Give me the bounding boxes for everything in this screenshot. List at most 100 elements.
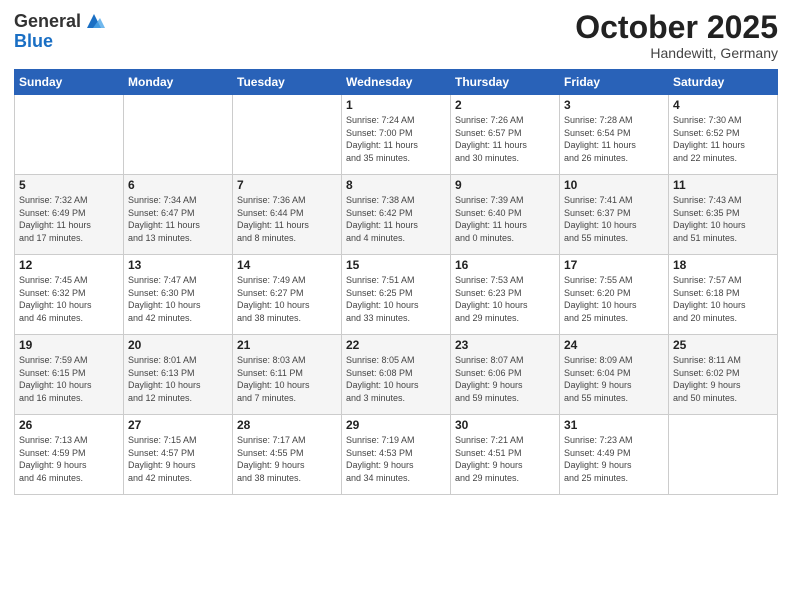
day-info: Sunrise: 8:07 AM Sunset: 6:06 PM Dayligh…	[455, 354, 555, 404]
day-number: 19	[19, 338, 119, 352]
day-number: 22	[346, 338, 446, 352]
calendar-cell-3-0: 19 Sunrise: 7:59 AM Sunset: 6:15 PM Dayli…	[15, 335, 124, 415]
day-number: 29	[346, 418, 446, 432]
day-number: 5	[19, 178, 119, 192]
page-container: General Blue October 2025 Handewitt, Ger…	[0, 0, 792, 612]
col-header-tuesday: Tuesday	[233, 70, 342, 95]
calendar-cell-2-3: 15Sunrise: 7:51 AM Sunset: 6:25 PM Dayli…	[342, 255, 451, 335]
month-title: October 2025	[575, 10, 778, 45]
calendar-week-1: 5 Sunrise: 7:32 AM Sunset: 6:49 PM Daylig…	[15, 175, 778, 255]
calendar-cell-4-2: 28 Sunrise: 7:17 AM Sunset: 4:55 PM Dayli…	[233, 415, 342, 495]
calendar-cell-4-6	[669, 415, 778, 495]
calendar-cell-1-3: 8 Sunrise: 7:38 AM Sunset: 6:42 PM Daylig…	[342, 175, 451, 255]
calendar-cell-1-2: 7Sunrise: 7:36 AM Sunset: 6:44 PM Daylig…	[233, 175, 342, 255]
day-number: 17	[564, 258, 664, 272]
calendar-cell-2-1: 13 Sunrise: 7:47 AM Sunset: 6:30 PM Dayli…	[124, 255, 233, 335]
day-info: Sunrise: 7:45 AM Sunset: 6:32 PM Dayligh…	[19, 274, 119, 324]
calendar-cell-3-2: 21 Sunrise: 8:03 AM Sunset: 6:11 PM Dayli…	[233, 335, 342, 415]
day-number: 7	[237, 178, 337, 192]
day-number: 28	[237, 418, 337, 432]
day-number: 23	[455, 338, 555, 352]
calendar-cell-3-1: 20Sunrise: 8:01 AM Sunset: 6:13 PM Dayli…	[124, 335, 233, 415]
calendar-table: SundayMondayTuesdayWednesdayThursdayFrid…	[14, 69, 778, 495]
calendar-cell-1-5: 10 Sunrise: 7:41 AM Sunset: 6:37 PM Dayli…	[560, 175, 669, 255]
day-info: Sunrise: 7:59 AM Sunset: 6:15 PM Dayligh…	[19, 354, 119, 404]
calendar-cell-4-1: 27Sunrise: 7:15 AM Sunset: 4:57 PM Dayli…	[124, 415, 233, 495]
day-info: Sunrise: 7:43 AM Sunset: 6:35 PM Dayligh…	[673, 194, 773, 244]
calendar-cell-0-6: 4Sunrise: 7:30 AM Sunset: 6:52 PM Daylig…	[669, 95, 778, 175]
day-number: 3	[564, 98, 664, 112]
day-info: Sunrise: 7:17 AM Sunset: 4:55 PM Dayligh…	[237, 434, 337, 484]
day-info: Sunrise: 7:32 AM Sunset: 6:49 PM Dayligh…	[19, 194, 119, 244]
day-info: Sunrise: 7:41 AM Sunset: 6:37 PM Dayligh…	[564, 194, 664, 244]
day-info: Sunrise: 7:13 AM Sunset: 4:59 PM Dayligh…	[19, 434, 119, 484]
day-number: 26	[19, 418, 119, 432]
calendar-cell-3-6: 25 Sunrise: 8:11 AM Sunset: 6:02 PM Dayli…	[669, 335, 778, 415]
calendar-cell-0-0	[15, 95, 124, 175]
calendar-cell-4-3: 29 Sunrise: 7:19 AM Sunset: 4:53 PM Dayli…	[342, 415, 451, 495]
day-info: Sunrise: 8:03 AM Sunset: 6:11 PM Dayligh…	[237, 354, 337, 404]
day-number: 24	[564, 338, 664, 352]
logo-icon	[83, 10, 105, 32]
calendar-cell-1-6: 11 Sunrise: 7:43 AM Sunset: 6:35 PM Dayli…	[669, 175, 778, 255]
calendar-cell-3-3: 22Sunrise: 8:05 AM Sunset: 6:08 PM Dayli…	[342, 335, 451, 415]
day-info: Sunrise: 7:19 AM Sunset: 4:53 PM Dayligh…	[346, 434, 446, 484]
day-info: Sunrise: 7:30 AM Sunset: 6:52 PM Dayligh…	[673, 114, 773, 164]
calendar-cell-1-0: 5 Sunrise: 7:32 AM Sunset: 6:49 PM Daylig…	[15, 175, 124, 255]
calendar-week-2: 12 Sunrise: 7:45 AM Sunset: 6:32 PM Dayli…	[15, 255, 778, 335]
day-info: Sunrise: 7:39 AM Sunset: 6:40 PM Dayligh…	[455, 194, 555, 244]
calendar-week-4: 26 Sunrise: 7:13 AM Sunset: 4:59 PM Dayli…	[15, 415, 778, 495]
day-info: Sunrise: 7:49 AM Sunset: 6:27 PM Dayligh…	[237, 274, 337, 324]
calendar-cell-3-4: 23 Sunrise: 8:07 AM Sunset: 6:06 PM Dayli…	[451, 335, 560, 415]
calendar-cell-0-5: 3 Sunrise: 7:28 AM Sunset: 6:54 PM Daylig…	[560, 95, 669, 175]
day-number: 8	[346, 178, 446, 192]
day-info: Sunrise: 8:01 AM Sunset: 6:13 PM Dayligh…	[128, 354, 228, 404]
day-number: 31	[564, 418, 664, 432]
day-info: Sunrise: 7:24 AM Sunset: 7:00 PM Dayligh…	[346, 114, 446, 164]
day-info: Sunrise: 7:15 AM Sunset: 4:57 PM Dayligh…	[128, 434, 228, 484]
calendar-cell-2-5: 17Sunrise: 7:55 AM Sunset: 6:20 PM Dayli…	[560, 255, 669, 335]
title-block: October 2025 Handewitt, Germany	[575, 10, 778, 61]
day-info: Sunrise: 7:47 AM Sunset: 6:30 PM Dayligh…	[128, 274, 228, 324]
calendar-cell-2-2: 14 Sunrise: 7:49 AM Sunset: 6:27 PM Dayli…	[233, 255, 342, 335]
calendar-cell-0-4: 2 Sunrise: 7:26 AM Sunset: 6:57 PM Daylig…	[451, 95, 560, 175]
day-number: 10	[564, 178, 664, 192]
logo-general: General	[14, 12, 81, 30]
day-number: 14	[237, 258, 337, 272]
day-info: Sunrise: 7:26 AM Sunset: 6:57 PM Dayligh…	[455, 114, 555, 164]
day-number: 11	[673, 178, 773, 192]
calendar-header-row: SundayMondayTuesdayWednesdayThursdayFrid…	[15, 70, 778, 95]
page-header: General Blue October 2025 Handewitt, Ger…	[14, 10, 778, 61]
day-info: Sunrise: 7:28 AM Sunset: 6:54 PM Dayligh…	[564, 114, 664, 164]
calendar-cell-4-5: 31 Sunrise: 7:23 AM Sunset: 4:49 PM Dayli…	[560, 415, 669, 495]
col-header-thursday: Thursday	[451, 70, 560, 95]
calendar-cell-3-5: 24Sunrise: 8:09 AM Sunset: 6:04 PM Dayli…	[560, 335, 669, 415]
day-info: Sunrise: 7:23 AM Sunset: 4:49 PM Dayligh…	[564, 434, 664, 484]
calendar-cell-4-0: 26 Sunrise: 7:13 AM Sunset: 4:59 PM Dayli…	[15, 415, 124, 495]
day-info: Sunrise: 7:57 AM Sunset: 6:18 PM Dayligh…	[673, 274, 773, 324]
day-info: Sunrise: 7:38 AM Sunset: 6:42 PM Dayligh…	[346, 194, 446, 244]
logo: General Blue	[14, 10, 105, 50]
calendar-cell-0-1	[124, 95, 233, 175]
calendar-cell-4-4: 30Sunrise: 7:21 AM Sunset: 4:51 PM Dayli…	[451, 415, 560, 495]
day-number: 21	[237, 338, 337, 352]
day-number: 12	[19, 258, 119, 272]
calendar-cell-2-0: 12 Sunrise: 7:45 AM Sunset: 6:32 PM Dayli…	[15, 255, 124, 335]
calendar-cell-0-2	[233, 95, 342, 175]
logo-blue: Blue	[14, 32, 53, 50]
day-info: Sunrise: 8:11 AM Sunset: 6:02 PM Dayligh…	[673, 354, 773, 404]
calendar-cell-2-4: 16Sunrise: 7:53 AM Sunset: 6:23 PM Dayli…	[451, 255, 560, 335]
day-info: Sunrise: 7:53 AM Sunset: 6:23 PM Dayligh…	[455, 274, 555, 324]
day-number: 15	[346, 258, 446, 272]
day-number: 2	[455, 98, 555, 112]
day-number: 9	[455, 178, 555, 192]
col-header-monday: Monday	[124, 70, 233, 95]
day-number: 18	[673, 258, 773, 272]
day-number: 25	[673, 338, 773, 352]
col-header-friday: Friday	[560, 70, 669, 95]
day-info: Sunrise: 7:21 AM Sunset: 4:51 PM Dayligh…	[455, 434, 555, 484]
calendar-cell-2-6: 18 Sunrise: 7:57 AM Sunset: 6:18 PM Dayli…	[669, 255, 778, 335]
day-number: 13	[128, 258, 228, 272]
location: Handewitt, Germany	[575, 45, 778, 61]
col-header-sunday: Sunday	[15, 70, 124, 95]
